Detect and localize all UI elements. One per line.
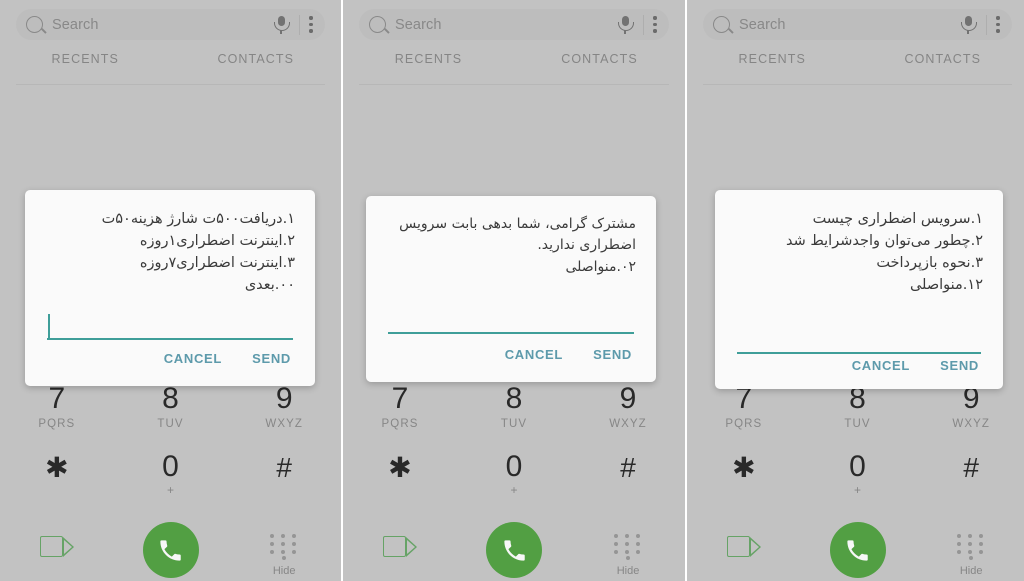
input-underline [47,338,293,341]
phone-panel-2: Search RECENTS CONTACTS 7 PQRS 8 TUV 9 W… [341,0,687,581]
ussd-dialog-2: مشترک گرامی، شما بدهی بابت سرویس اضطراری… [366,196,656,382]
cancel-button[interactable]: CANCEL [503,343,565,366]
text-caret [48,314,50,339]
dialog-actions: CANCEL SEND [25,347,315,386]
cancel-button[interactable]: CANCEL [162,347,224,370]
ussd-reply-input[interactable] [737,324,981,355]
send-button[interactable]: SEND [938,354,981,377]
ussd-dialog-1: ۱.دریافت۵۰۰ت شارژ هزینه۵۰ت ۲.اینترنت اضط… [25,190,315,386]
ussd-dialog-3: ۱.سرویس اضطراری چیست ۲.چطور می‌توان واجد… [715,190,1003,389]
phone-panel-3: Search RECENTS CONTACTS 7 PQRS 8 TUV 9 W… [687,0,1024,581]
input-underline [737,352,981,355]
ussd-message-text: ۱.سرویس اضطراری چیست ۲.چطور می‌توان واجد… [786,211,983,294]
dialog-actions: CANCEL SEND [366,343,656,382]
cancel-button[interactable]: CANCEL [850,354,912,377]
send-button[interactable]: SEND [591,343,634,366]
input-underline [388,331,634,334]
ussd-reply-input[interactable] [388,304,634,334]
screenshot-root: Search RECENTS CONTACTS 7 PQRS 8 TUV 9 W… [0,0,1024,581]
send-button[interactable]: SEND [250,347,293,370]
ussd-message-text: ۱.دریافت۵۰۰ت شارژ هزینه۵۰ت ۲.اینترنت اضط… [101,211,295,294]
ussd-message-text: مشترک گرامی، شما بدهی بابت سرویس اضطراری… [399,216,636,275]
dialog-actions: CANCEL SEND [715,354,1003,393]
ussd-reply-input[interactable] [47,310,293,341]
phone-panel-1: Search RECENTS CONTACTS 7 PQRS 8 TUV 9 W… [0,0,341,581]
